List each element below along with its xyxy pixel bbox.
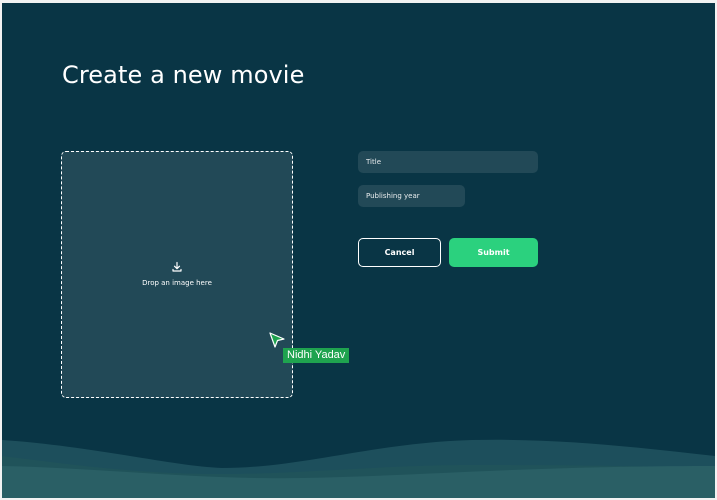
create-movie-screen: Create a new movie Drop an image here Ca… — [2, 3, 715, 498]
cancel-button[interactable]: Cancel — [358, 238, 441, 267]
image-dropzone[interactable]: Drop an image here — [61, 151, 293, 398]
page-title: Create a new movie — [62, 61, 305, 89]
publishing-year-input[interactable] — [358, 185, 465, 207]
footer-wave — [2, 439, 715, 498]
download-icon — [172, 261, 182, 272]
dropzone-label: Drop an image here — [142, 279, 212, 287]
submit-button[interactable]: Submit — [449, 238, 538, 267]
collaborator-name-tag: Nidhi Yadav — [283, 348, 350, 363]
pointer-cursor-icon — [269, 332, 285, 348]
title-input[interactable] — [358, 151, 538, 173]
